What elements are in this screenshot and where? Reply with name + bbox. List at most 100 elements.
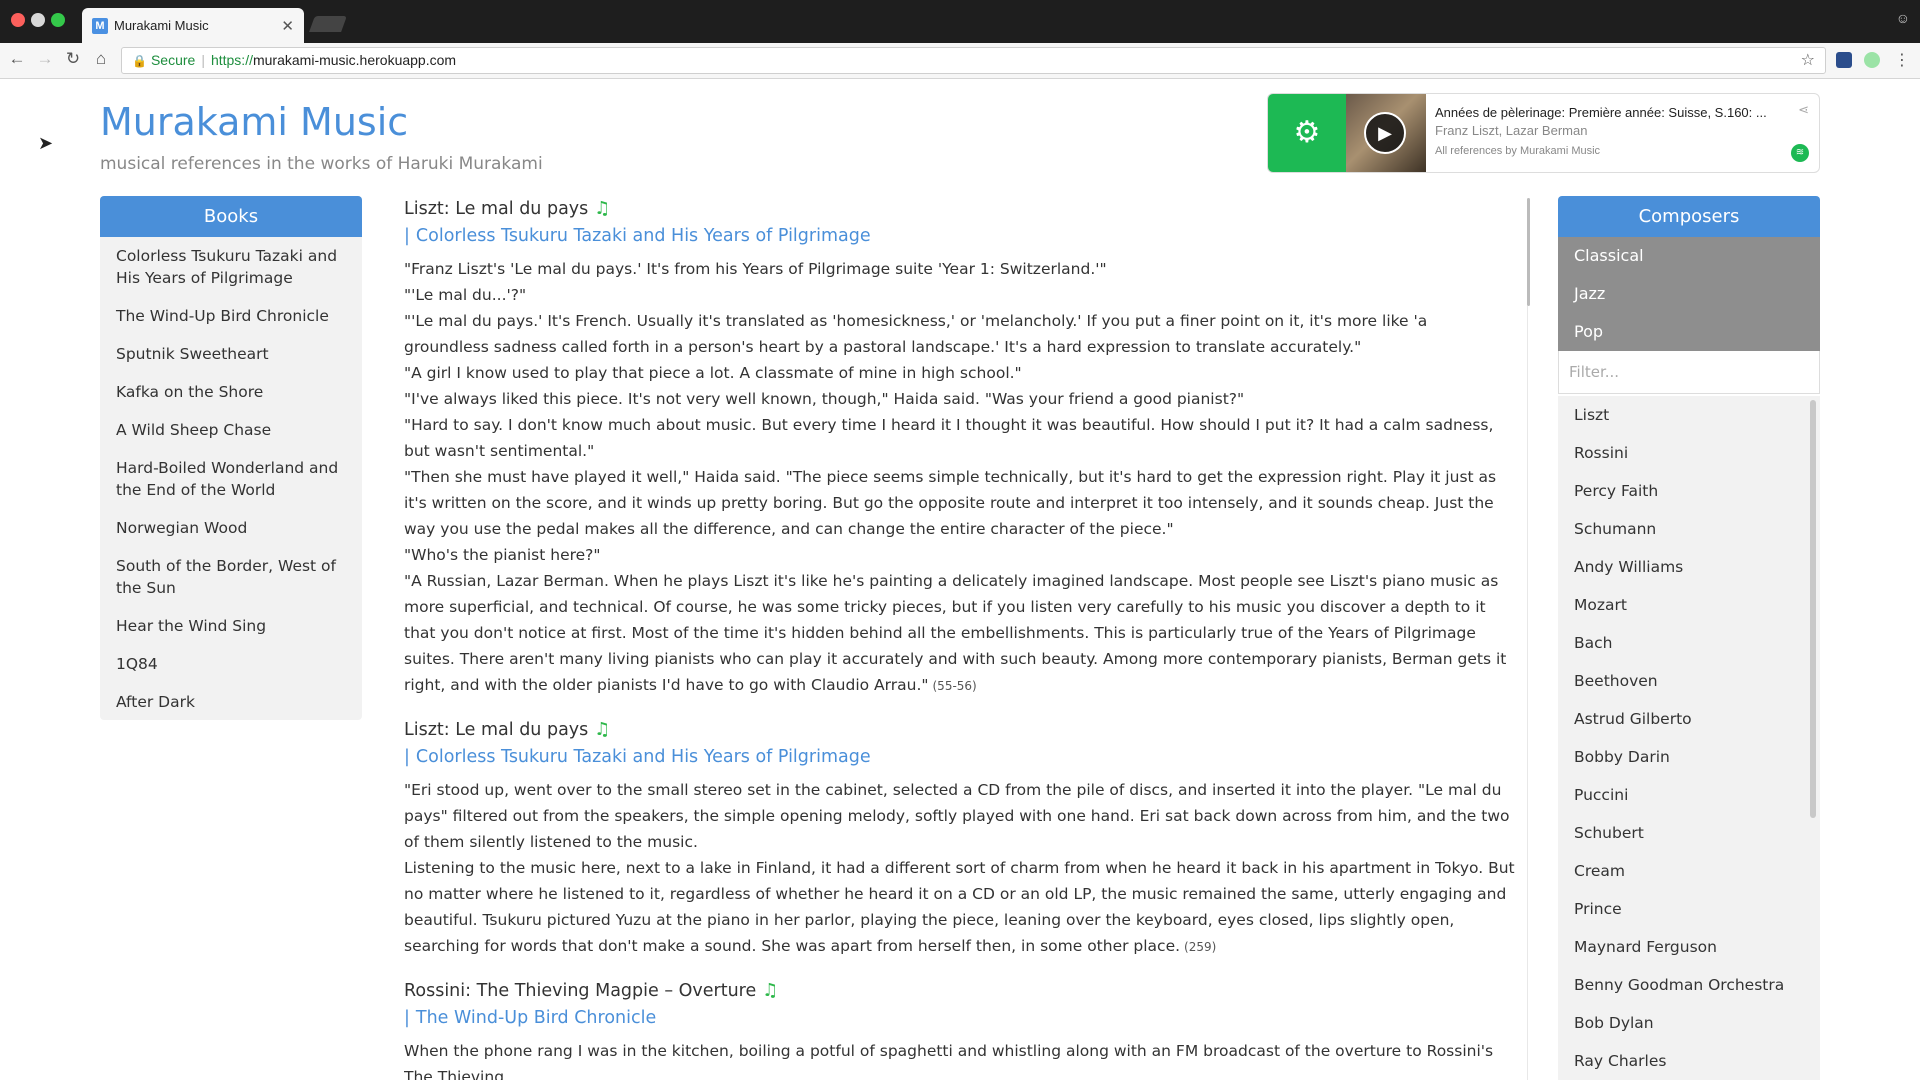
genre-classical[interactable]: Classical [1558,237,1820,275]
back-icon[interactable]: ← [6,49,28,69]
gear-icon[interactable]: ⚙ [1268,94,1346,172]
bookmark-star-icon[interactable]: ☆ [1801,48,1815,73]
page-content: ➤ Murakami Music musical references in t… [0,80,1920,1080]
composer-item[interactable]: Bob Dylan [1558,1004,1820,1042]
music-note-icon[interactable]: ♫ [594,719,610,740]
play-icon[interactable]: ▶ [1364,112,1406,154]
address-bar[interactable]: 🔒 Secure | https://murakami-music.herokuapp… [121,47,1826,74]
composer-item[interactable]: Ray Charles [1558,1042,1820,1080]
book-list: Colorless Tsukuru Tazaki and His Years o… [100,237,362,720]
composer-item[interactable]: Maynard Ferguson [1558,928,1820,966]
quote-text: "I've always liked this piece. It's not … [404,390,1245,408]
book-link[interactable]: Sputnik Sweetheart [100,335,362,373]
reference-book-link[interactable]: | The Wind-Up Bird Chronicle [404,1004,1516,1032]
composer-item[interactable]: Andy Williams [1558,548,1820,586]
composer-filter-input[interactable] [1558,351,1820,394]
new-tab-button[interactable] [309,16,347,32]
profile-icon[interactable]: ☺ [1896,10,1910,26]
composer-item[interactable]: Mozart [1558,586,1820,624]
browser-tab[interactable]: M Murakami Music ✕ [82,8,304,43]
reference-book-link[interactable]: | Colorless Tsukuru Tazaki and His Years … [404,222,1516,250]
browser-tab-bar: M Murakami Music ✕ ☺ [0,0,1920,43]
home-icon[interactable]: ⌂ [90,49,112,69]
composer-item[interactable]: Schubert [1558,814,1820,852]
quote-text: "Then she must have played it well," Hai… [404,468,1497,538]
quote-text: "'Le mal du...'?" [404,286,527,304]
references-list: Liszt: Le mal du pays ♫ | Colorless Tsukuru… [404,196,1516,1080]
book-link[interactable]: South of the Border, West of the Sun [100,547,362,607]
reference-entry: Liszt: Le mal du pays ♫ | Colorless Tsukuru… [404,717,1516,960]
composer-list-scrollbar[interactable] [1810,400,1816,818]
quote-paragraph: "A girl I know used to play that piece a… [404,360,1516,386]
extension-icon[interactable] [1836,52,1852,68]
book-link[interactable]: Hear the Wind Sing [100,607,362,645]
reference-book-title: Colorless Tsukuru Tazaki and His Years o… [415,747,871,767]
quote-paragraph: When the phone rang I was in the kitchen… [404,1038,1516,1080]
composer-item[interactable]: Cream [1558,852,1820,890]
quote-text: "Eri stood up, went over to the small st… [404,781,1510,851]
maximize-window-button[interactable] [51,13,65,27]
composer-item[interactable]: Benny Goodman Orchestra [1558,966,1820,1004]
genre-list: Classical Jazz Pop [1558,237,1820,351]
quote-paragraph: "I've always liked this piece. It's not … [404,386,1516,412]
book-link[interactable]: Norwegian Wood [100,509,362,547]
quote-paragraph: "'Le mal du pays.' It's French. Usually … [404,308,1516,360]
music-note-icon[interactable]: ♫ [762,980,778,1001]
composer-item[interactable]: Percy Faith [1558,472,1820,510]
extension-icon[interactable] [1864,52,1880,68]
main-scrollbar[interactable] [1527,198,1530,306]
reload-icon[interactable]: ↻ [62,49,84,69]
composer-item[interactable]: Schumann [1558,510,1820,548]
book-link[interactable]: Colorless Tsukuru Tazaki and His Years o… [100,237,362,297]
books-heading: Books [100,196,362,237]
player-track-title[interactable]: Années de pèlerinage: Première année: Su… [1435,105,1780,120]
quote-paragraph: "Franz Liszt's 'Le mal du pays.' It's fr… [404,256,1516,282]
quote-text: "A Russian, Lazar Berman. When he plays … [404,572,1507,694]
reference-title: Rossini: The Thieving Magpie – Overture ♫ [404,978,1516,1004]
lock-icon: 🔒 [132,54,147,68]
genre-pop[interactable]: Pop [1558,313,1820,351]
player-attribution[interactable]: All references by Murakami Music [1435,145,1600,157]
book-link[interactable]: Kafka on the Shore [100,373,362,411]
address-separator: | [201,52,205,68]
book-link[interactable]: Hard-Boiled Wonderland and the End of th… [100,449,362,509]
composer-item[interactable]: Bobby Darin [1558,738,1820,776]
book-link[interactable]: After Dark [100,683,362,720]
books-panel: Books Colorless Tsukuru Tazaki and His Y… [100,196,362,720]
composers-heading: Composers [1558,196,1820,237]
spotify-player[interactable]: ⚙ ▶ Années de pèlerinage: Première année… [1267,93,1820,173]
minimize-window-button[interactable] [31,13,45,27]
player-artists[interactable]: Franz Liszt, Lazar Berman [1435,123,1587,138]
quote-paragraph: "Eri stood up, went over to the small st… [404,777,1516,855]
album-art: ▶ [1346,94,1426,172]
composer-item[interactable]: Puccini [1558,776,1820,814]
close-tab-icon[interactable]: ✕ [281,17,294,35]
reference-book-link[interactable]: | Colorless Tsukuru Tazaki and His Years … [404,743,1516,771]
music-note-icon[interactable]: ♫ [594,198,610,219]
composer-item[interactable]: Prince [1558,890,1820,928]
page-reference: (259) [1184,940,1217,954]
quote-text: "A girl I know used to play that piece a… [404,364,1022,382]
menu-kebab-icon[interactable]: ⋮ [1894,50,1910,70]
book-link[interactable]: A Wild Sheep Chase [100,411,362,449]
forward-icon[interactable]: → [34,49,56,69]
secure-label: Secure [150,52,196,68]
composer-item[interactable]: Liszt [1558,396,1820,434]
book-link-bar: | [404,1008,410,1028]
spotify-icon[interactable]: ≋ [1791,144,1809,162]
share-icon[interactable]: ⋖ [1798,102,1809,118]
composer-item[interactable]: Bach [1558,624,1820,662]
tab-title: Murakami Music [114,18,209,33]
book-link-bar: | [404,747,410,767]
quote-text: "Hard to say. I don't know much about mu… [404,416,1494,460]
site-title[interactable]: Murakami Music [100,100,408,144]
composer-item[interactable]: Astrud Gilberto [1558,700,1820,738]
book-link[interactable]: The Wind-Up Bird Chronicle [100,297,362,335]
quote-paragraph: "A Russian, Lazar Berman. When he plays … [404,568,1516,699]
book-link[interactable]: 1Q84 [100,645,362,683]
main-scroll-track [1527,306,1528,1080]
close-window-button[interactable] [11,13,25,27]
composer-item[interactable]: Beethoven [1558,662,1820,700]
composer-item[interactable]: Rossini [1558,434,1820,472]
genre-jazz[interactable]: Jazz [1558,275,1820,313]
